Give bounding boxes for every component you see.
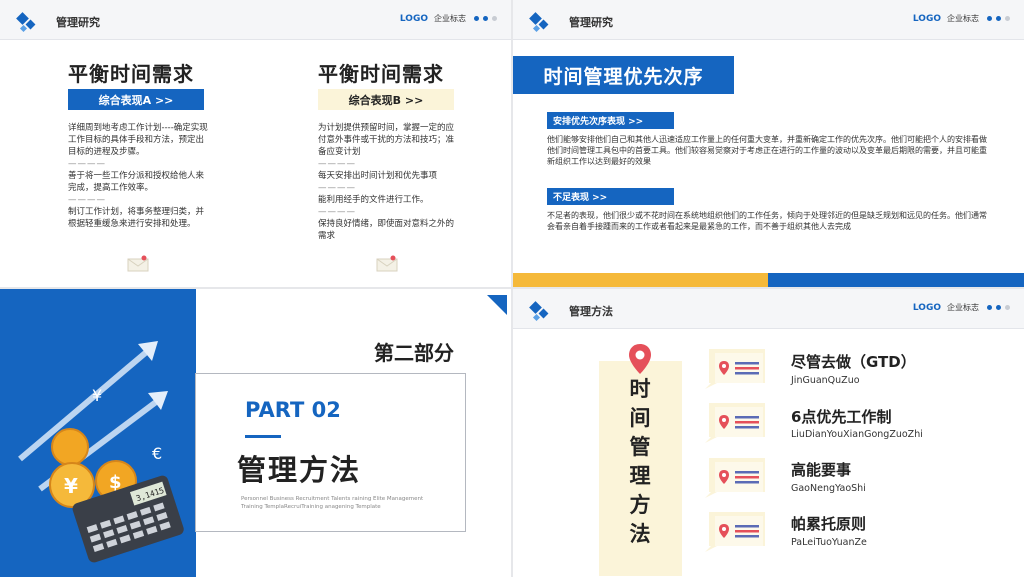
item-title: 帕累托原则 bbox=[791, 515, 867, 533]
diamond-logo-icon bbox=[529, 301, 549, 322]
title-underline bbox=[245, 435, 281, 438]
column-b-text: 为计划提供预留时间，掌握一定的应付意外事件或干扰的方法和技巧；准备应变计划 ——… bbox=[318, 122, 460, 242]
item-card-icon bbox=[705, 458, 765, 498]
diamond-logo-icon bbox=[529, 12, 549, 33]
separator: ———— bbox=[318, 183, 356, 193]
coin-icon bbox=[51, 428, 89, 466]
paragraph: 每天安排出时间计划和优先事项 bbox=[318, 171, 438, 181]
slide-header: 管理研究 LOGO 企业标志 bbox=[513, 0, 1024, 40]
paragraph: 为计划提供预留时间，掌握一定的应付意外事件或干扰的方法和技巧；准备应变计划 bbox=[318, 123, 455, 157]
logo-subtext: 企业标志 bbox=[947, 14, 979, 23]
dot-icon bbox=[483, 16, 488, 21]
deficiency-paragraph: 不足者的表现，他们很少或不花时间在系统地组织他们的工作任务，倾向于处理邻近的但是… bbox=[547, 211, 987, 231]
header-title: 管理方法 bbox=[569, 305, 613, 318]
accent-bar-blue bbox=[768, 273, 1024, 287]
item-subtitle: JinGuanQuZuo bbox=[791, 375, 860, 386]
column-a-tag: 综合表现A >> bbox=[68, 89, 204, 110]
vertical-char: 理 bbox=[629, 464, 651, 488]
location-pin-icon bbox=[629, 344, 651, 374]
euro-symbol: € bbox=[152, 444, 162, 463]
logo-text: LOGO bbox=[912, 302, 941, 313]
slide-header: 管理研究 LOGO 企业标志 bbox=[0, 0, 511, 40]
section-tag-priority: 安排优先次序表现 >> bbox=[547, 112, 674, 129]
section-title: 管理方法 bbox=[237, 453, 362, 487]
corner-triangle-icon bbox=[487, 295, 507, 315]
logo-text: LOGO bbox=[912, 13, 941, 24]
priority-paragraph: 他们能够安排他们自己和其他人迅速适应工作量上的任何重大变革，并重新确定工作的优先… bbox=[547, 135, 987, 166]
dot-icon bbox=[987, 16, 992, 21]
column-a-title: 平衡时间需求 bbox=[68, 62, 194, 86]
yen-symbol: ¥ bbox=[92, 386, 102, 405]
item-subtitle: GaoNengYaoShi bbox=[791, 483, 866, 494]
dot-icon bbox=[996, 305, 1001, 310]
vertical-char: 方 bbox=[629, 493, 651, 517]
vertical-title: 时 间 管 理 方 法 bbox=[626, 375, 654, 549]
item-card-icon bbox=[705, 349, 765, 389]
section-label: 第二部分 bbox=[374, 341, 454, 365]
item-subtitle: LiuDianYouXianGongZuoZhi bbox=[791, 429, 923, 440]
diamond-logo-icon bbox=[16, 12, 36, 33]
envelope-icon bbox=[376, 255, 398, 272]
vertical-char: 管 bbox=[629, 435, 651, 459]
finance-illustration: ¥ € ¥ $ 3,1415 bbox=[18, 341, 184, 563]
slide-4[interactable]: 管理方法 LOGO 企业标志 时 间 管 理 方 法 尽管去做（GTD） Jin… bbox=[513, 289, 1024, 577]
svg-text:¥: ¥ bbox=[64, 474, 78, 498]
vertical-char: 间 bbox=[629, 406, 651, 430]
dot-icon bbox=[1005, 305, 1010, 310]
item-card-icon bbox=[705, 512, 765, 552]
slide-2[interactable]: 管理研究 LOGO 企业标志 时间管理优先次序 安排优先次序表现 >> 他们能够… bbox=[513, 0, 1024, 287]
logo-area: LOGO 企业标志 bbox=[913, 13, 1010, 24]
item-title: 高能要事 bbox=[791, 461, 852, 479]
logo-area: LOGO 企业标志 bbox=[913, 302, 1010, 313]
english-subtitle: Personnel Business Recruitment Talents r… bbox=[241, 496, 424, 510]
paragraph: 制订工作计划，将事务整理归类，并根据轻重缓急来进行安排和处理。 bbox=[68, 207, 205, 229]
paragraph: 能利用经手的文件进行工作。 bbox=[318, 195, 429, 205]
section-tag-deficiency: 不足表现 >> bbox=[547, 188, 674, 205]
header-title: 管理研究 bbox=[56, 16, 100, 29]
dot-icon bbox=[1005, 16, 1010, 21]
blue-panel: ¥ € ¥ $ 3,1415 bbox=[0, 289, 196, 577]
dot-icon bbox=[474, 16, 479, 21]
column-a-text: 详细周到地考虑工作计划----确定实现工作目标的具体手段和方法，预定出目标的进程… bbox=[68, 122, 210, 230]
dot-icon bbox=[492, 16, 497, 21]
item-card-icon bbox=[705, 403, 765, 443]
column-b-tag: 综合表现B >> bbox=[318, 89, 454, 110]
envelope-icon bbox=[127, 255, 149, 272]
logo-subtext: 企业标志 bbox=[947, 303, 979, 312]
dot-icon bbox=[987, 305, 992, 310]
item-title: 6点优先工作制 bbox=[791, 408, 892, 426]
column-b-title: 平衡时间需求 bbox=[318, 62, 444, 86]
paragraph: 详细周到地考虑工作计划----确定实现工作目标的具体手段和方法，预定出目标的进程… bbox=[68, 123, 208, 157]
logo-text: LOGO bbox=[399, 13, 428, 24]
item-title: 尽管去做（GTD） bbox=[791, 353, 916, 371]
separator: ———— bbox=[318, 207, 356, 217]
part-number: PART 02 bbox=[245, 398, 341, 422]
separator: ———— bbox=[68, 159, 106, 169]
slide-title: 时间管理优先次序 bbox=[513, 56, 734, 94]
paragraph: 善于将一些工作分派和授权给他人来完成，提高工作效率。 bbox=[68, 171, 205, 193]
vertical-char: 时 bbox=[629, 377, 651, 401]
logo-subtext: 企业标志 bbox=[434, 14, 466, 23]
paragraph: 保持良好情绪，即使面对意料之外的需求 bbox=[318, 219, 455, 241]
slide-1[interactable]: 管理研究 LOGO 企业标志 平衡时间需求 综合表现A >> 详细周到地考虑工作… bbox=[0, 0, 511, 287]
separator: ———— bbox=[318, 159, 356, 169]
accent-bar-yellow bbox=[513, 273, 768, 287]
separator: ———— bbox=[68, 195, 106, 205]
item-subtitle: PaLeiTuoYuanZe bbox=[791, 537, 867, 548]
slide-3[interactable]: ¥ € ¥ $ 3,1415 第二部分 PART 02 管理方法 Personn… bbox=[0, 289, 511, 577]
vertical-char: 法 bbox=[629, 522, 651, 546]
slide-header: 管理方法 LOGO 企业标志 bbox=[513, 289, 1024, 329]
dot-icon bbox=[996, 16, 1001, 21]
logo-area: LOGO 企业标志 bbox=[400, 13, 497, 24]
header-title: 管理研究 bbox=[569, 16, 613, 29]
